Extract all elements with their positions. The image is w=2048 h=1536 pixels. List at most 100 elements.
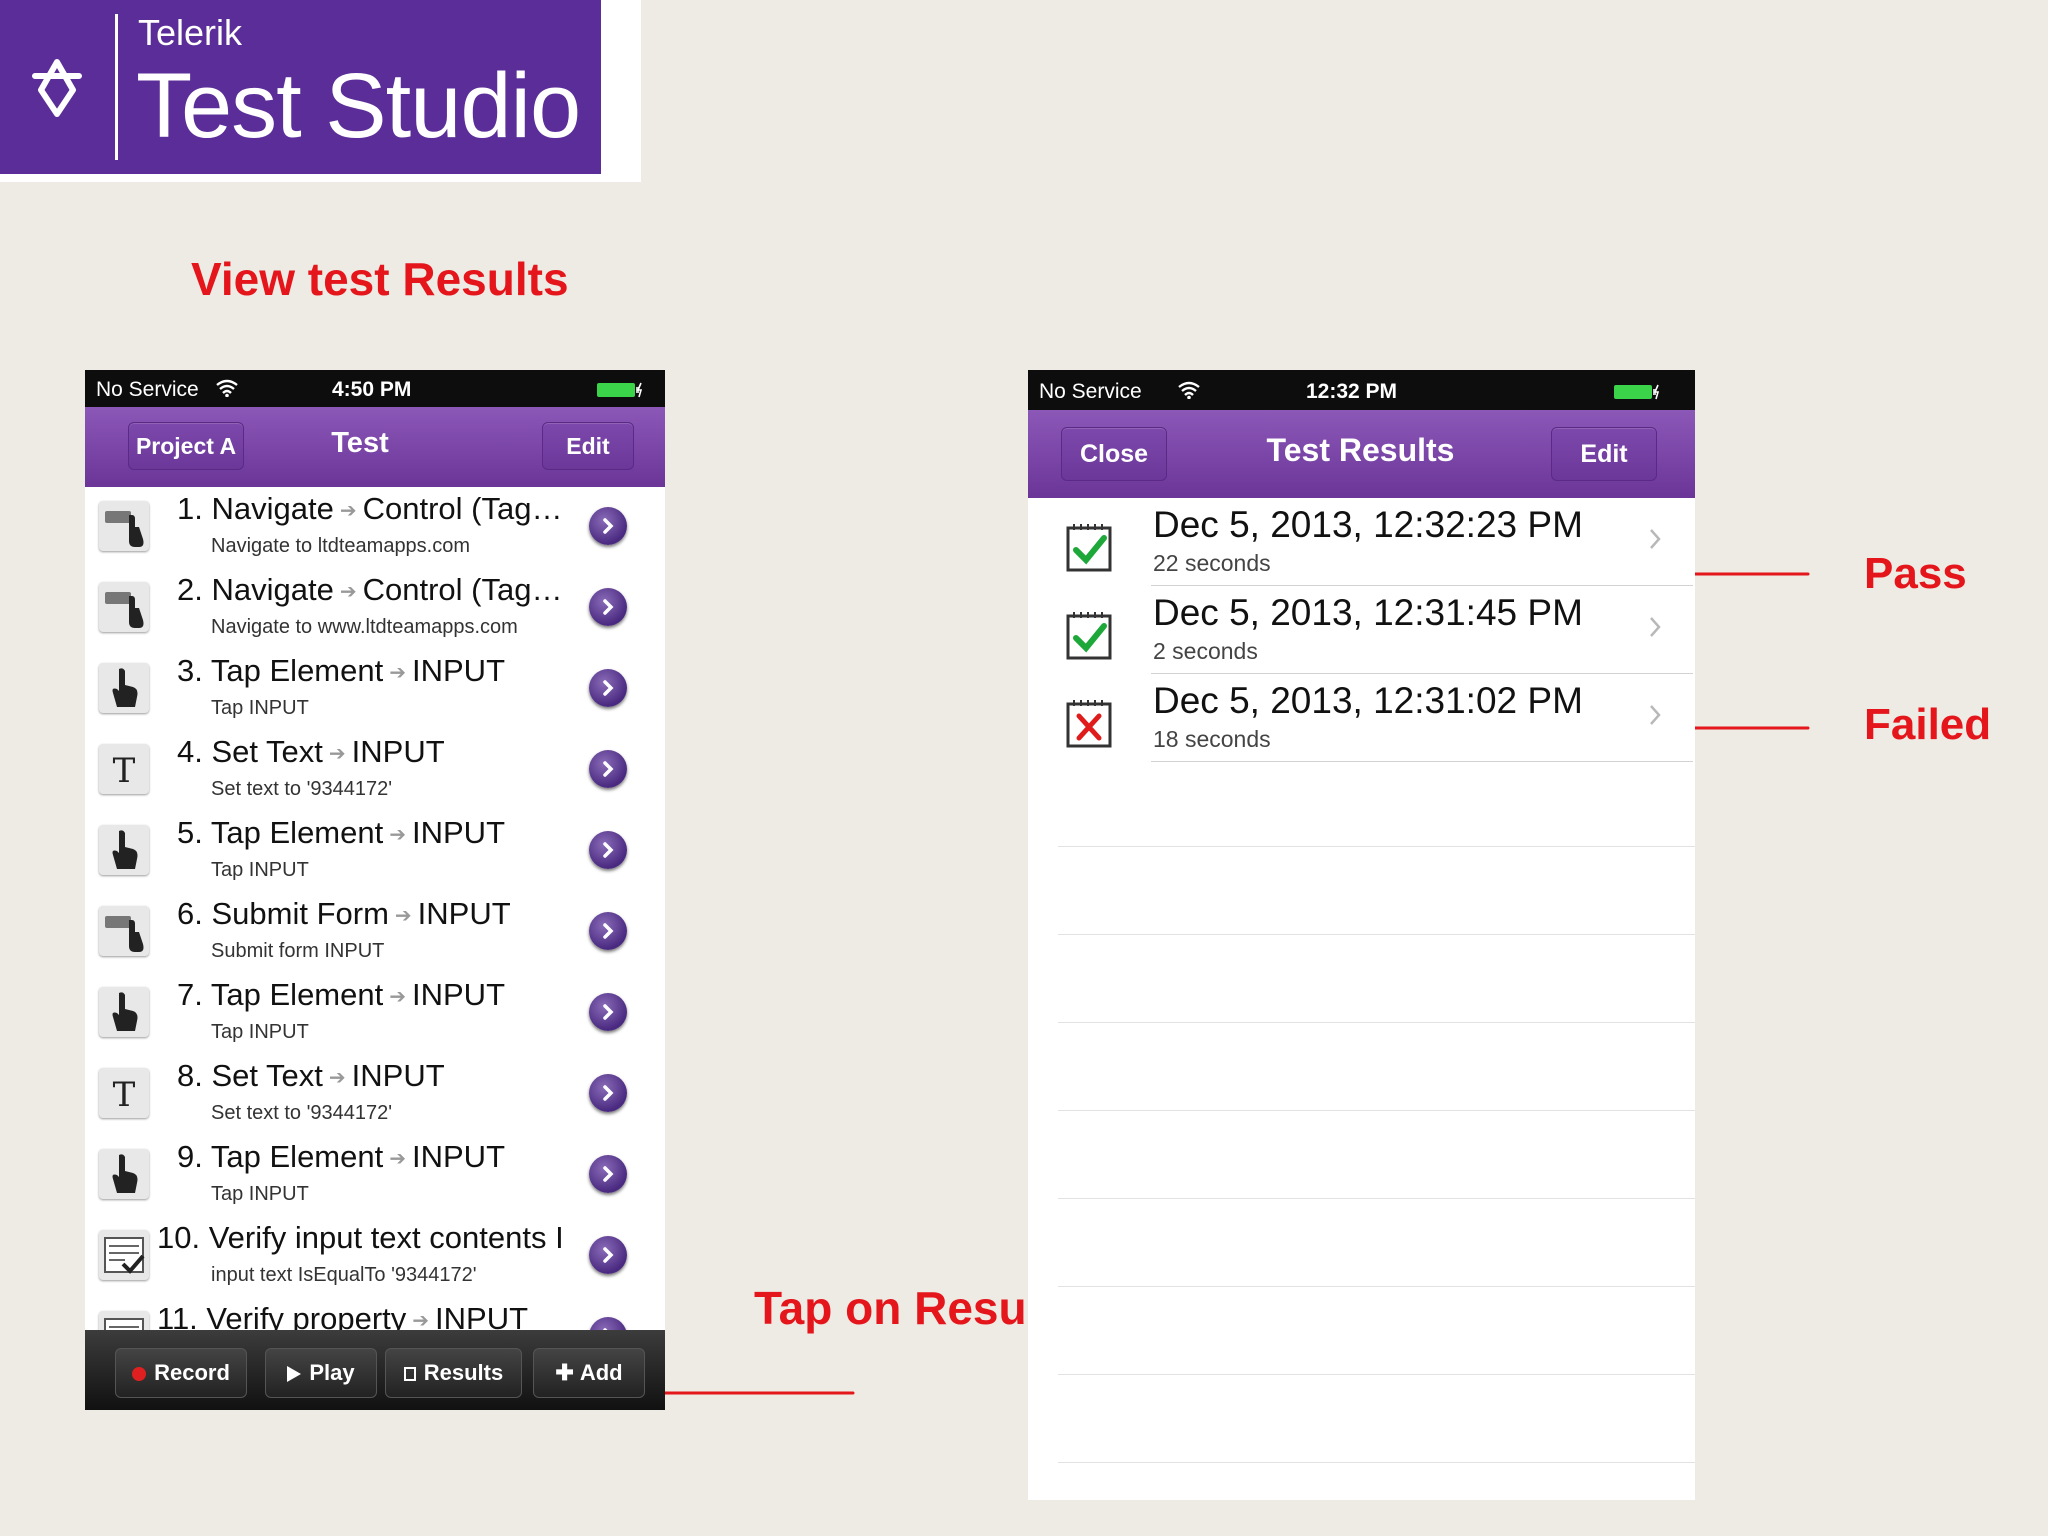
test-results-screen: No Service 12:32 PM Close Test Results E… [1028,370,1695,1500]
step-description: Tap INPUT [211,859,309,881]
result-duration: 2 seconds [1153,638,1258,664]
step-target: INPUT [351,734,445,769]
result-duration: 18 seconds [1153,726,1271,752]
navigate-icon [99,501,149,551]
test-step-row[interactable]: T 8. Set Text ➔ INPUT Set text to '9344172' [85,1054,665,1136]
tap-icon [99,1149,149,1199]
step-target: INPUT [417,896,511,931]
record-button[interactable]: Record [115,1348,247,1398]
step-number: 4. [177,734,212,769]
navigation-bar: Project A Test Edit [85,407,665,487]
step-action: Verify input text contents [208,1220,556,1255]
disclosure-chevron-icon[interactable] [589,588,627,626]
result-row-pass[interactable]: Dec 5, 2013, 12:32:23 PM 22 seconds [1028,498,1693,586]
result-date: Dec 5, 2013, 12:31:02 PM [1153,680,1583,721]
test-step-row[interactable]: 9. Tap Element ➔ INPUT Tap INPUT [85,1135,665,1217]
disclosure-chevron-icon[interactable] [589,912,627,950]
nav-title: Test [331,427,389,459]
wifi-icon [1178,381,1200,399]
text-icon: T [99,1068,149,1118]
results-button[interactable]: Results [385,1348,522,1398]
step-action: Submit Form [211,896,389,931]
pass-check-icon [1066,520,1112,572]
disclosure-chevron-icon[interactable] [589,669,627,707]
step-description: Set text to '9344172' [211,778,393,800]
step-description: Tap INPUT [211,1021,309,1043]
disclosure-chevron-icon[interactable] [589,993,627,1031]
test-step-row[interactable]: 5. Tap Element ➔ INPUT Tap INPUT [85,811,665,893]
add-button[interactable]: ✚ Add [533,1348,645,1398]
step-target: Control (Tag… [362,572,563,607]
test-step-row[interactable]: T 4. Set Text ➔ INPUT Set text to '9344172' [85,730,665,812]
add-label: Add [579,1360,623,1385]
empty-row-divider [1058,846,1695,847]
battery-icon [1614,384,1660,400]
step-description: Submit form INPUT [211,940,385,962]
step-description: Set text to '9344172' [211,1102,393,1124]
empty-row-divider [1058,1198,1695,1199]
test-step-row[interactable]: 1. Navigate ➔ Control (Tag… Navigate to ltd… [85,487,665,569]
bottom-toolbar: Record Play Results ✚ Add [85,1330,665,1410]
results-icon [403,1367,416,1382]
chevron-right-icon [1648,526,1662,552]
close-button[interactable]: Close [1061,427,1167,481]
test-step-row[interactable]: 10. Verify input text contents I input te… [85,1216,665,1298]
row-divider [1151,761,1693,762]
battery-icon [597,382,643,398]
disclosure-chevron-icon[interactable] [589,1155,627,1193]
test-steps-screen: No Service 4:50 PM Project A Test Edit 1… [85,370,665,1410]
step-number: 5. [177,815,211,850]
nav-title: Test Results [1266,432,1455,468]
test-step-row[interactable]: 7. Tap Element ➔ INPUT Tap INPUT [85,973,665,1055]
step-action: Tap Element [210,653,384,688]
chevron-right-icon [1648,614,1662,640]
arrow-right-icon: ➔ [339,500,357,523]
disclosure-chevron-icon[interactable] [589,507,627,545]
arrow-right-icon: ➔ [328,743,346,766]
arrow-right-icon: ➔ [412,1310,430,1333]
navigate-icon [99,582,149,632]
back-project-button[interactable]: Project A [128,422,244,470]
step-number: 9. [177,1139,211,1174]
step-title: 10. Verify input text contents I [157,1220,647,1256]
record-icon [132,1367,147,1382]
arrow-right-icon: ➔ [389,1148,406,1171]
result-row-pass[interactable]: Dec 5, 2013, 12:31:45 PM 2 seconds [1028,586,1693,674]
step-action: Navigate [211,491,334,526]
disclosure-chevron-icon[interactable] [589,1236,627,1274]
test-step-row[interactable]: 6. Submit Form ➔ INPUT Submit form INPUT [85,892,665,974]
wifi-icon [216,379,238,397]
arrow-right-icon: ➔ [339,581,357,604]
empty-row-divider [1058,934,1695,935]
pass-check-icon [1066,608,1112,660]
test-step-row[interactable]: 3. Tap Element ➔ INPUT Tap INPUT [85,649,665,731]
play-button[interactable]: Play [265,1348,377,1398]
arrow-right-icon: ➔ [389,824,406,847]
verify-icon [99,1230,149,1280]
step-target: I [555,1220,564,1255]
arrow-right-icon: ➔ [328,1067,346,1090]
edit-button[interactable]: Edit [1551,427,1657,481]
step-description: Navigate to www.ltdteamapps.com [211,616,518,638]
result-row-failed[interactable]: Dec 5, 2013, 12:31:02 PM 18 seconds [1028,674,1693,762]
edit-button[interactable]: Edit [542,422,634,470]
disclosure-chevron-icon[interactable] [589,1074,627,1112]
disclosure-chevron-icon[interactable] [589,750,627,788]
step-number: 2. [177,572,212,607]
svg-text:T: T [113,751,136,791]
disclosure-chevron-icon[interactable] [589,831,627,869]
fail-x-icon [1066,696,1112,748]
test-step-row[interactable]: 2. Navigate ➔ Control (Tag… Navigate to www… [85,568,665,650]
svg-text:T: T [113,1075,136,1115]
step-target: INPUT [412,653,505,688]
carrier-label: No Service [1039,380,1142,403]
step-target: INPUT [412,977,505,1012]
result-date: Dec 5, 2013, 12:32:23 PM [1153,504,1583,545]
status-bar: No Service 12:32 PM [1028,370,1695,410]
chevron-right-icon [1648,702,1662,728]
step-description: input text IsEqualTo '9344172' [211,1264,477,1286]
step-action: Set Text [211,1058,323,1093]
empty-row-divider [1058,1022,1695,1023]
result-date: Dec 5, 2013, 12:31:45 PM [1153,592,1583,633]
clock-label: 12:32 PM [1306,380,1398,403]
